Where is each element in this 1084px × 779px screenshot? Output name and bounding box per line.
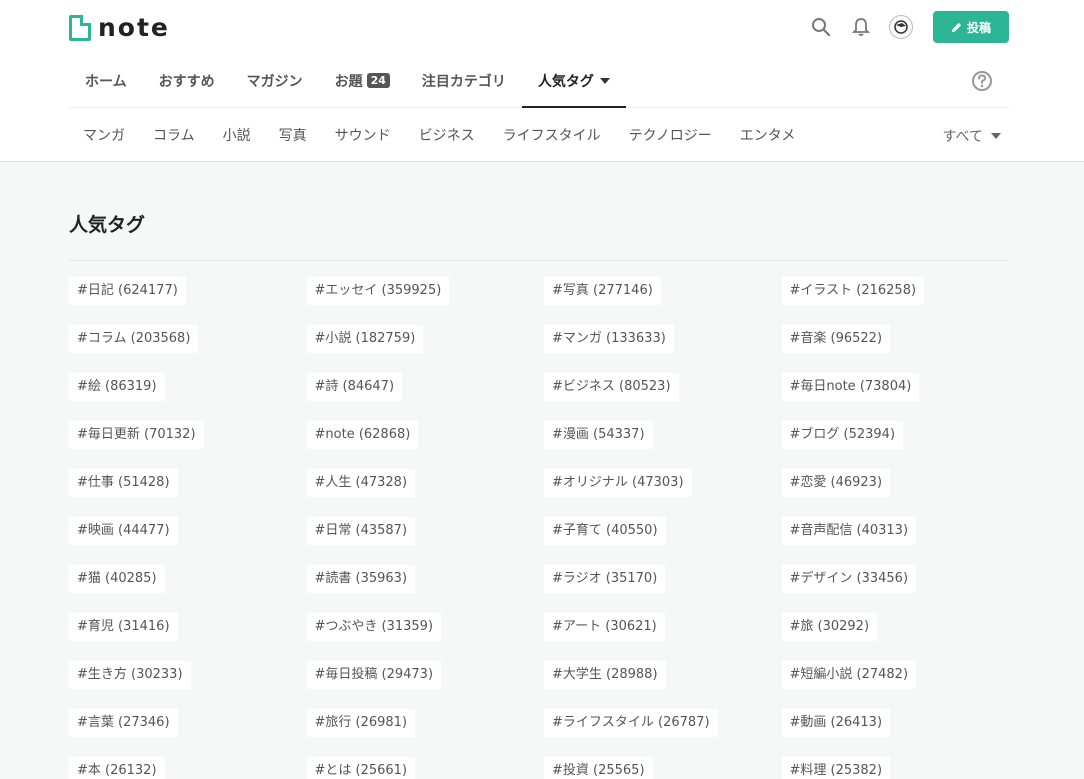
all-categories-dropdown[interactable]: すべて (943, 126, 1001, 146)
tag-chip[interactable]: #とは (25661) (306, 757, 416, 779)
odai-count-badge: 24 (366, 73, 390, 88)
nav-item-home[interactable]: ホーム (69, 54, 143, 107)
main-content: 人気タグ #日記 (624177) #エッセイ (359925) #写真 (2771… (69, 210, 1009, 779)
tag-chip[interactable]: #オリジナル (47303) (544, 469, 692, 497)
nav-label: おすすめ (158, 73, 215, 90)
tag-chip[interactable]: #生き方 (30233) (69, 661, 191, 689)
tag-chip[interactable]: #漫画 (54337) (544, 421, 653, 449)
tag-chip[interactable]: #旅行 (26981) (306, 709, 416, 737)
tag-chip[interactable]: #note (62868) (306, 421, 419, 449)
bell-icon[interactable] (849, 15, 873, 39)
category-subnav: マンガ コラム 小説 写真 サウンド ビジネス ライフスタイル テクノロジー エンタメ すべて (69, 108, 1009, 161)
tag-chip[interactable]: #ブログ (52394) (781, 421, 904, 449)
tag-chip[interactable]: #ライフスタイル (26787) (544, 709, 718, 737)
tag-chip[interactable]: #エッセイ (359925) (306, 277, 450, 305)
nav-item-odai[interactable]: お題 24 (319, 54, 406, 107)
tag-chip[interactable]: #言葉 (27346) (69, 709, 178, 737)
divider (69, 260, 1009, 261)
tag-grid: #日記 (624177) #エッセイ (359925) #写真 (277146) #イ… (69, 277, 1009, 779)
tag-chip[interactable]: #日記 (624177) (69, 277, 186, 305)
subnav-item[interactable]: コラム (139, 125, 209, 145)
subnav-item[interactable]: ライフスタイル (489, 125, 615, 145)
tag-chip[interactable]: #音声配信 (40313) (781, 517, 917, 545)
tag-chip[interactable]: #動画 (26413) (781, 709, 891, 737)
nav-label: 注目カテゴリ (421, 73, 506, 90)
avatar[interactable] (889, 15, 913, 39)
subnav-item[interactable]: マンガ (69, 125, 139, 145)
tag-chip[interactable]: #大学生 (28988) (544, 661, 666, 689)
tag-chip[interactable]: #恋愛 (46923) (781, 469, 891, 497)
tag-chip[interactable]: #旅 (30292) (781, 613, 878, 641)
tag-chip[interactable]: #子育て (40550) (544, 517, 666, 545)
subnav-item[interactable]: サウンド (321, 125, 405, 145)
tag-chip[interactable]: #仕事 (51428) (69, 469, 178, 497)
nav-label: お題 (334, 73, 363, 90)
help-icon[interactable] (971, 70, 993, 96)
nav-item-popular-tags[interactable]: 人気タグ (521, 54, 626, 108)
nav-label: マガジン (246, 73, 303, 90)
tag-chip[interactable]: #読書 (35963) (306, 565, 416, 593)
tag-chip[interactable]: #投資 (25565) (544, 757, 653, 779)
logo[interactable]: note (69, 13, 170, 42)
tag-chip[interactable]: #短編小説 (27482) (781, 661, 917, 689)
tag-chip[interactable]: #マンガ (133633) (544, 325, 674, 353)
subnav-item[interactable]: エンタメ (726, 125, 810, 145)
nav-item-featured-categories[interactable]: 注目カテゴリ (406, 54, 522, 107)
tag-chip[interactable]: #育児 (31416) (69, 613, 178, 641)
tag-chip[interactable]: #ラジオ (35170) (544, 565, 666, 593)
note-logo-icon (69, 14, 91, 41)
tag-chip[interactable]: #毎日投稿 (29473) (306, 661, 442, 689)
tag-chip[interactable]: #絵 (86319) (69, 373, 165, 401)
tag-chip[interactable]: #人生 (47328) (306, 469, 416, 497)
tag-chip[interactable]: #日常 (43587) (306, 517, 416, 545)
tag-chip[interactable]: #コラム (203568) (69, 325, 199, 353)
search-icon[interactable] (809, 15, 833, 39)
tag-chip[interactable]: #ビジネス (80523) (544, 373, 679, 401)
nav-item-magazine[interactable]: マガジン (231, 54, 319, 107)
tag-chip[interactable]: #写真 (277146) (544, 277, 661, 305)
subnav-item[interactable]: ビジネス (405, 125, 489, 145)
post-button-label: 投稿 (966, 20, 991, 35)
caret-down-icon (991, 133, 1001, 139)
tag-chip[interactable]: #料理 (25382) (781, 757, 891, 779)
all-label: すべて (942, 129, 983, 145)
tag-chip[interactable]: #毎日更新 (70132) (69, 421, 204, 449)
tag-chip[interactable]: #小説 (182759) (306, 325, 424, 353)
tag-chip[interactable]: #つぶやき (31359) (306, 613, 442, 641)
tag-chip[interactable]: #映画 (44477) (69, 517, 178, 545)
site-header: note 投稿 ホーム おすすめ マガジン お題 24 注目カテゴリ 人気タグ … (0, 0, 1084, 162)
user-avatar-icon (894, 20, 908, 34)
nav-item-recommend[interactable]: おすすめ (143, 54, 231, 107)
page-title: 人気タグ (69, 214, 146, 236)
post-button[interactable]: 投稿 (933, 11, 1009, 43)
pencil-icon (951, 22, 962, 32)
tag-chip[interactable]: #毎日note (73804) (781, 373, 920, 401)
tag-chip[interactable]: #デザイン (33456) (781, 565, 917, 593)
nav-label: 人気タグ (537, 73, 594, 90)
caret-down-icon (599, 77, 610, 84)
subnav-item[interactable]: 小説 (209, 125, 265, 145)
tag-chip[interactable]: #本 (26132) (69, 757, 165, 779)
main-nav: ホーム おすすめ マガジン お題 24 注目カテゴリ 人気タグ (69, 54, 1009, 108)
top-bar: note 投稿 (69, 0, 1009, 54)
nav-label: ホーム (85, 73, 127, 90)
tag-chip[interactable]: #イラスト (216258) (781, 277, 925, 305)
tag-chip[interactable]: #詩 (84647) (306, 373, 403, 401)
tag-chip[interactable]: #アート (30621) (544, 613, 665, 641)
tag-chip[interactable]: #音楽 (96522) (781, 325, 891, 353)
logo-text: note (98, 13, 170, 42)
tag-chip[interactable]: #猫 (40285) (69, 565, 165, 593)
subnav-item[interactable]: テクノロジー (615, 125, 726, 145)
subnav-item[interactable]: 写真 (265, 125, 321, 145)
